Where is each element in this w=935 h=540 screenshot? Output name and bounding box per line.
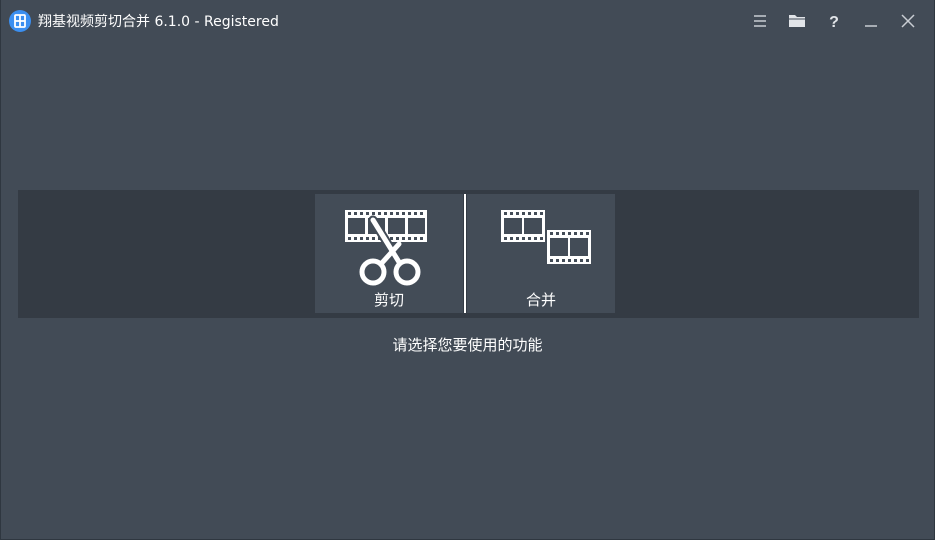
open-folder-button[interactable] [778, 8, 815, 34]
function-divider [464, 194, 466, 313]
cut-button[interactable]: 剪切 [315, 194, 463, 313]
close-button[interactable] [889, 8, 926, 34]
function-panel: 剪切 合并 [18, 190, 919, 318]
svg-text:?: ? [829, 14, 839, 29]
help-button[interactable]: ? [815, 8, 852, 34]
merge-label: 合并 [525, 291, 556, 309]
window-title: 翔基视频剪切合并 6.1.0 - Registered [38, 14, 279, 30]
menu-icon [753, 15, 766, 27]
menu-button[interactable] [741, 8, 778, 34]
film-app-icon [9, 10, 31, 32]
instruction-text: 请选择您要使用的功能 [392, 336, 543, 354]
close-icon [900, 14, 915, 28]
help-icon: ? [829, 14, 839, 29]
folder-icon [788, 15, 805, 27]
film-merge-icon [501, 210, 591, 264]
film-scissors-icon [345, 210, 427, 286]
merge-button[interactable]: 合并 [467, 194, 615, 313]
minimize-button[interactable] [852, 8, 889, 34]
window-controls: ? [741, 8, 926, 34]
app-window: 翔基视频剪切合并 6.1.0 - Registered ? 剪切 合并 请选择您… [0, 0, 935, 540]
title-bar[interactable]: 翔基视频剪切合并 6.1.0 - Registered ? [1, 0, 934, 42]
cut-label: 剪切 [373, 291, 404, 309]
minimize-icon [864, 25, 877, 27]
